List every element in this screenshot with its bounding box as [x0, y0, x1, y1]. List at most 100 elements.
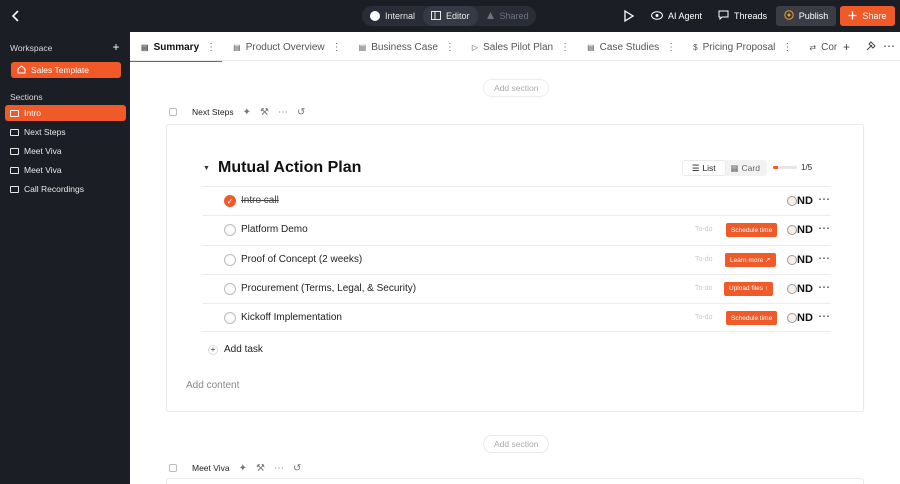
unchecked-icon[interactable] [224, 312, 236, 325]
unchecked-icon[interactable] [224, 282, 236, 295]
task-label[interactable]: Proof of Concept (2 weeks) [241, 254, 362, 265]
table-row: ✓ Intro call ND ⋯ [202, 186, 831, 215]
row-more-icon[interactable]: ⋯ [818, 280, 830, 294]
section-list: Intro Next Steps Meet Viva Meet Viva Cal… [5, 105, 126, 200]
mode-internal[interactable]: Internal [362, 6, 423, 26]
status-badge[interactable]: To-do [695, 314, 713, 321]
schedule-time-button[interactable]: Schedule time [726, 223, 778, 238]
sidebar-item-intro[interactable]: Intro [5, 105, 126, 121]
undo-icon[interactable]: ↺ [297, 107, 305, 118]
add-task-button[interactable]: + Add task [208, 344, 263, 355]
tab-menu-icon[interactable]: ⋮ [780, 42, 792, 53]
task-label[interactable]: Procurement (Terms, Legal, & Security) [241, 283, 416, 294]
upload-files-button[interactable]: Upload files ↑ [724, 281, 774, 296]
sidebar-item-next-steps[interactable]: Next Steps [5, 124, 126, 140]
mode-internal-label: Internal [385, 11, 416, 21]
sidebar-item-call-recordings[interactable]: Call Recordings [5, 181, 126, 197]
tab-competitor-comparison[interactable]: ⇄ Competitor Compa [798, 33, 837, 62]
add-content-button[interactable]: Add content [186, 380, 239, 391]
sparkle-icon[interactable]: ✦ [243, 107, 251, 118]
owner-avatar[interactable]: ND [787, 283, 813, 295]
sidebar-item-label: Next Steps [24, 127, 66, 137]
tab-sales-pilot-plan[interactable]: ▷ Sales Pilot Plan ⋮ [461, 33, 576, 62]
section-icon [10, 128, 19, 136]
view-list-label: List [702, 163, 716, 173]
more-icon[interactable]: ⋯ [883, 39, 895, 53]
back-arrow-icon[interactable] [8, 8, 24, 24]
view-list-button[interactable]: ☰ List [683, 161, 725, 175]
tab-menu-icon[interactable]: ⋮ [443, 42, 455, 53]
row-more-icon[interactable]: ⋯ [818, 251, 830, 265]
sidebar-item-label: Meet Viva [24, 165, 62, 175]
task-label[interactable]: Intro call [241, 195, 279, 206]
tools-icon[interactable]: ⚒ [260, 107, 269, 118]
next-section-card [166, 478, 864, 484]
progress-bar [773, 166, 797, 169]
publish-button[interactable]: Publish [776, 6, 836, 26]
progress-text: 1/5 [801, 163, 813, 172]
table-row: Kickoff Implementation To-do Schedule ti… [202, 303, 831, 333]
sections-label: Sections [10, 92, 43, 102]
page-icon: ▤ [233, 42, 241, 52]
tab-menu-icon[interactable]: ⋮ [558, 42, 570, 53]
mode-editor[interactable]: Editor [423, 6, 478, 26]
view-card-button[interactable]: ▦ Card [725, 161, 767, 175]
owner-avatar[interactable]: ND [787, 254, 813, 266]
tab-business-case[interactable]: ▤ Business Case ⋮ [348, 33, 461, 62]
tab-case-studies[interactable]: ▤ Case Studies ⋮ [576, 33, 682, 62]
section-checkbox-icon[interactable] [169, 108, 177, 116]
row-more-icon[interactable]: ⋯ [818, 192, 830, 206]
more-icon[interactable]: ⋯ [278, 107, 288, 118]
owner-avatar[interactable]: ND [787, 312, 813, 324]
mode-shared[interactable]: Shared [478, 6, 537, 26]
mutual-action-plan-card: ▼ Mutual Action Plan ☰ List ▦ Card 1/5 ✓… [166, 124, 864, 412]
share-button[interactable]: Share [840, 6, 895, 26]
page-icon: ⇄ [809, 42, 817, 52]
status-badge[interactable]: To-do [695, 256, 713, 263]
row-more-icon[interactable]: ⋯ [818, 221, 830, 235]
schedule-time-button[interactable]: Schedule time [726, 311, 778, 326]
owner-avatar[interactable]: ND [787, 224, 813, 236]
status-badge[interactable]: To-do [695, 226, 713, 233]
sidebar-item-meet-viva[interactable]: Meet Viva [5, 143, 126, 159]
undo-icon[interactable]: ↺ [293, 463, 301, 474]
dollar-icon: $ [693, 42, 698, 52]
task-label[interactable]: Kickoff Implementation [241, 312, 342, 323]
tab-summary[interactable]: ▤ Summary ⋮ [130, 33, 223, 62]
checked-icon[interactable]: ✓ [224, 195, 236, 207]
tab-menu-icon[interactable]: ⋮ [664, 42, 676, 53]
unchecked-icon[interactable] [224, 253, 236, 266]
status-badge[interactable]: To-do [695, 285, 713, 292]
section-icon [10, 166, 19, 174]
tab-menu-icon[interactable]: ⋮ [330, 42, 342, 53]
add-section-button[interactable]: Add section [483, 435, 550, 453]
add-section-button[interactable]: Add section [483, 79, 550, 97]
tools-icon[interactable] [866, 41, 876, 54]
row-more-icon[interactable]: ⋯ [818, 309, 830, 323]
tab-label: Pricing Proposal [702, 41, 776, 53]
add-section-label: Add section [494, 439, 539, 449]
section-checkbox-icon[interactable] [169, 464, 177, 472]
threads-button[interactable]: Threads [718, 8, 767, 24]
tab-pricing-proposal[interactable]: $ Pricing Proposal ⋮ [682, 33, 798, 62]
sparkle-icon[interactable]: ✦ [239, 463, 247, 474]
learn-more-button[interactable]: Learn more ↗ [725, 252, 776, 267]
sidebar-item-meet-viva-2[interactable]: Meet Viva [5, 162, 126, 178]
add-tab-icon[interactable]: + [843, 40, 850, 54]
tab-product-overview[interactable]: ▤ Product Overview ⋮ [222, 33, 347, 62]
tab-label: Summary [153, 41, 200, 53]
tab-menu-icon[interactable]: ⋮ [204, 42, 216, 53]
sales-template-button[interactable]: Sales Template [11, 62, 121, 78]
ai-agent-button[interactable]: AI Agent [651, 8, 702, 24]
eye-icon [651, 10, 663, 22]
more-icon[interactable]: ⋯ [274, 463, 284, 474]
task-label[interactable]: Platform Demo [241, 224, 308, 235]
sidebar: Workspace + Sales Template Sections Intr… [0, 32, 130, 484]
unchecked-icon[interactable] [224, 224, 236, 237]
play-icon[interactable] [623, 9, 637, 23]
mode-switcher: Internal Editor Shared [362, 6, 536, 26]
owner-avatar[interactable]: ND [787, 195, 813, 207]
add-workspace-icon[interactable]: + [110, 41, 122, 53]
collapse-caret-icon[interactable]: ▼ [203, 165, 210, 172]
tools-icon[interactable]: ⚒ [256, 463, 265, 474]
